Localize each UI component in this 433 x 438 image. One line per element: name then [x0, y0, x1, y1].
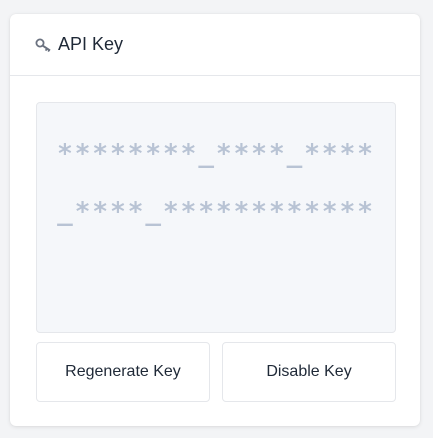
disable-key-button[interactable]: Disable Key — [222, 342, 396, 402]
card-header: API Key — [10, 14, 420, 76]
api-key-display: ********_****_****_****_************ — [36, 102, 396, 333]
card-title: API Key — [58, 34, 124, 54]
key-icon — [35, 37, 55, 53]
regenerate-key-button[interactable]: Regenerate Key — [36, 342, 210, 402]
api-key-card: API Key ********_****_****_****_********… — [10, 14, 420, 426]
masked-api-key: ********_****_****_****_************ — [57, 139, 375, 227]
